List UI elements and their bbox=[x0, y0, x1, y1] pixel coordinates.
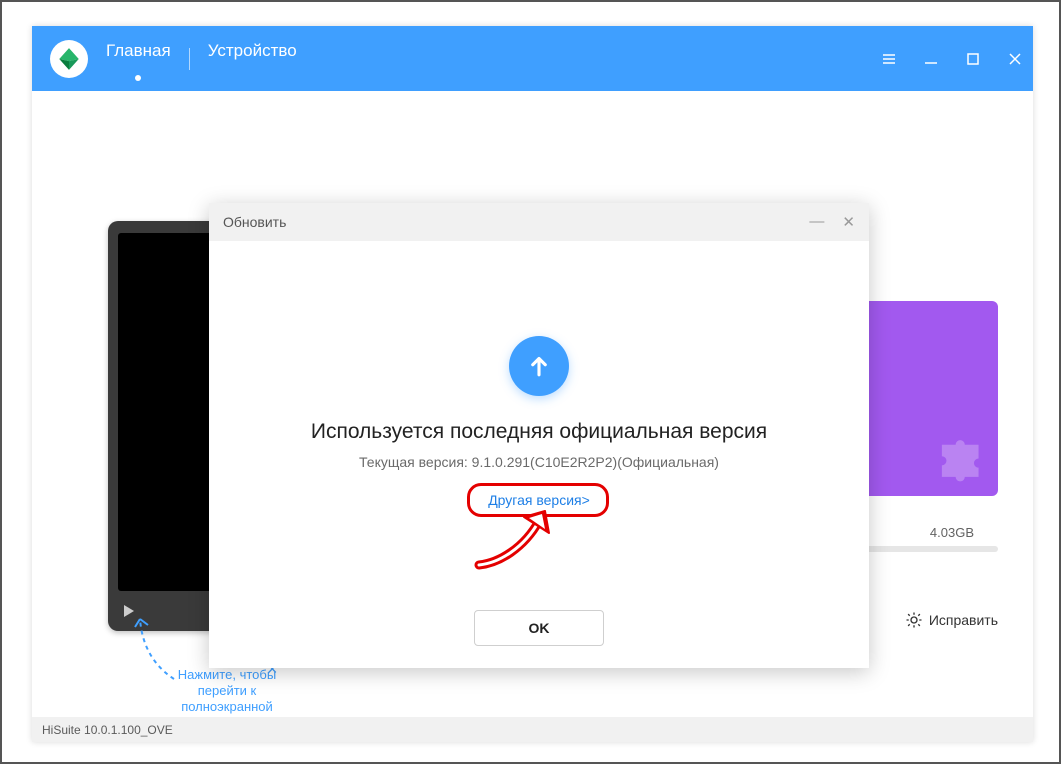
puzzle-icon bbox=[935, 431, 990, 486]
statusbar-text: HiSuite 10.0.1.100_OVE bbox=[42, 723, 173, 737]
content-area: Нажмите, чтобы перейти к полноэкранной ×… bbox=[32, 91, 1033, 717]
update-modal: Обновить — ✕ Используется последняя офиц… bbox=[209, 203, 869, 668]
modal-title-text: Обновить bbox=[223, 214, 286, 230]
screenshot-frame: Главная Устройство bbox=[0, 0, 1061, 764]
close-icon[interactable] bbox=[1007, 51, 1023, 67]
upload-circle bbox=[509, 336, 569, 396]
play-icon[interactable] bbox=[124, 605, 134, 617]
arrow-up-icon bbox=[524, 351, 554, 381]
other-version-link[interactable]: Другая версия> bbox=[488, 492, 590, 508]
modal-heading: Используется последняя официальная верси… bbox=[311, 420, 767, 444]
fix-label: Исправить bbox=[929, 612, 998, 628]
storage-text: 4.03GB bbox=[930, 525, 974, 540]
tab-device[interactable]: Устройство bbox=[204, 26, 301, 91]
modal-body: Используется последняя официальная верси… bbox=[209, 241, 869, 668]
statusbar: HiSuite 10.0.1.100_OVE bbox=[32, 717, 1033, 742]
minimize-icon[interactable] bbox=[923, 51, 939, 67]
fix-button[interactable]: Исправить bbox=[905, 611, 998, 629]
gear-icon bbox=[905, 611, 923, 629]
tab-main[interactable]: Главная bbox=[102, 26, 175, 91]
tabs: Главная Устройство bbox=[102, 26, 301, 91]
modal-subtext: Текущая версия: 9.1.0.291(C10E2R2P2)(Офи… bbox=[359, 454, 719, 470]
menu-icon[interactable] bbox=[881, 51, 897, 67]
hisuite-logo-icon bbox=[56, 46, 82, 72]
app-window: Главная Устройство bbox=[32, 26, 1033, 742]
window-controls bbox=[881, 51, 1023, 67]
maximize-icon[interactable] bbox=[965, 51, 981, 67]
titlebar: Главная Устройство bbox=[32, 26, 1033, 91]
app-logo bbox=[50, 40, 88, 78]
modal-close-icon[interactable]: ✕ bbox=[842, 213, 855, 231]
modal-header: Обновить — ✕ bbox=[209, 203, 869, 241]
tab-divider bbox=[189, 48, 190, 70]
modal-minimize-icon[interactable]: — bbox=[809, 213, 824, 231]
ok-button[interactable]: OK bbox=[474, 610, 604, 646]
